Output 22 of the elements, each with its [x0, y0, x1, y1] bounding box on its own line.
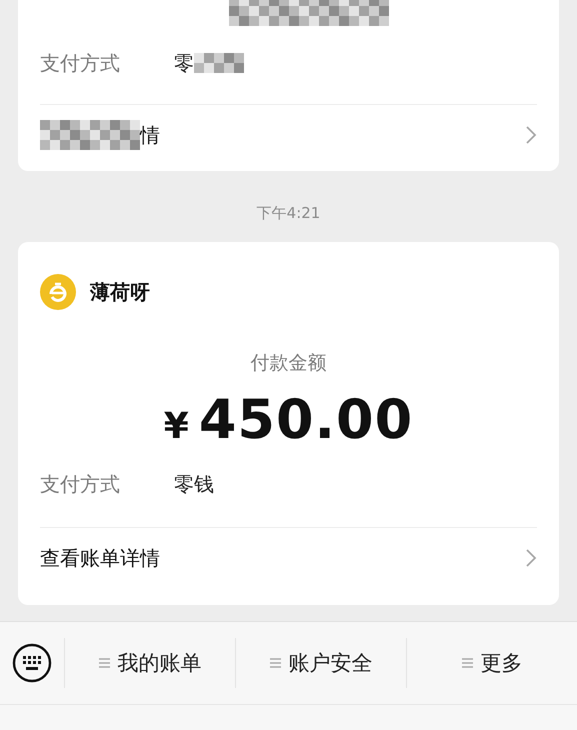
- payment-method-value: 零: [174, 50, 194, 76]
- chevron-right-icon: [525, 548, 537, 568]
- menu-icon: [98, 658, 110, 668]
- bill-details-link[interactable]: 查看账单详情: [40, 544, 525, 572]
- amount-label: 付款金额: [250, 351, 328, 376]
- merchant-name: 薄荷呀: [90, 278, 150, 306]
- chevron-right-icon: [525, 125, 537, 145]
- menu-item[interactable]: 账户安全: [236, 638, 407, 688]
- merchant-avatar-icon: [40, 274, 76, 310]
- menu-icon: [270, 658, 280, 668]
- payment-method-value: 零钱: [174, 470, 214, 498]
- payment-method-label: 支付方式: [40, 50, 121, 76]
- currency-symbol: ¥: [164, 406, 189, 447]
- payment-method-label: 支付方式: [40, 470, 121, 498]
- bill-details-link[interactable]: 情: [140, 122, 525, 148]
- menu-icon: [462, 658, 472, 668]
- menu-item[interactable]: 我的账单: [65, 638, 236, 688]
- menu-item[interactable]: 更多: [407, 638, 577, 688]
- keyboard-icon[interactable]: [12, 643, 52, 683]
- payment-amount: 450.00: [198, 388, 414, 451]
- redaction-mosaic: [194, 53, 244, 73]
- message-timestamp: 下午4:21: [256, 204, 320, 223]
